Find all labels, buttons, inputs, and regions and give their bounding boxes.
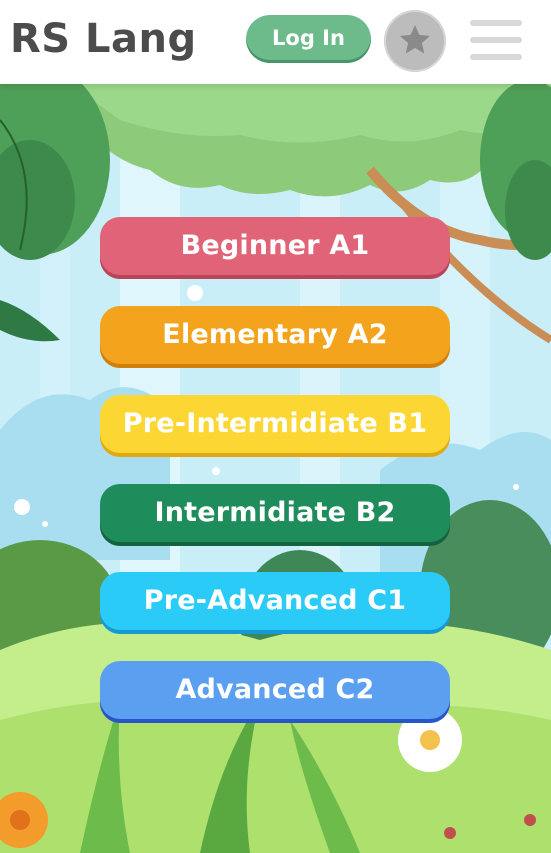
level-button-c2[interactable]: Advanced C2: [100, 661, 450, 723]
hamburger-menu-icon[interactable]: [470, 20, 522, 62]
level-button-b1[interactable]: Pre-Intermidiate B1: [100, 395, 450, 457]
star-icon: [400, 25, 430, 54]
app-header: RS Lang Log In: [0, 0, 551, 84]
level-button-c1[interactable]: Pre-Advanced C1: [100, 572, 450, 634]
menu-line: [470, 20, 522, 26]
menu-line: [470, 37, 522, 43]
menu-line: [470, 54, 522, 60]
favorites-button[interactable]: [384, 10, 446, 72]
level-button-a2[interactable]: Elementary A2: [100, 306, 450, 368]
level-button-b2[interactable]: Intermidiate B2: [100, 484, 450, 546]
login-button[interactable]: Log In: [246, 15, 371, 63]
level-button-a1[interactable]: Beginner A1: [100, 217, 450, 279]
app-logo[interactable]: RS Lang: [10, 14, 197, 64]
page: RS Lang Log In Beginner A1 Elementary A2…: [0, 0, 551, 853]
